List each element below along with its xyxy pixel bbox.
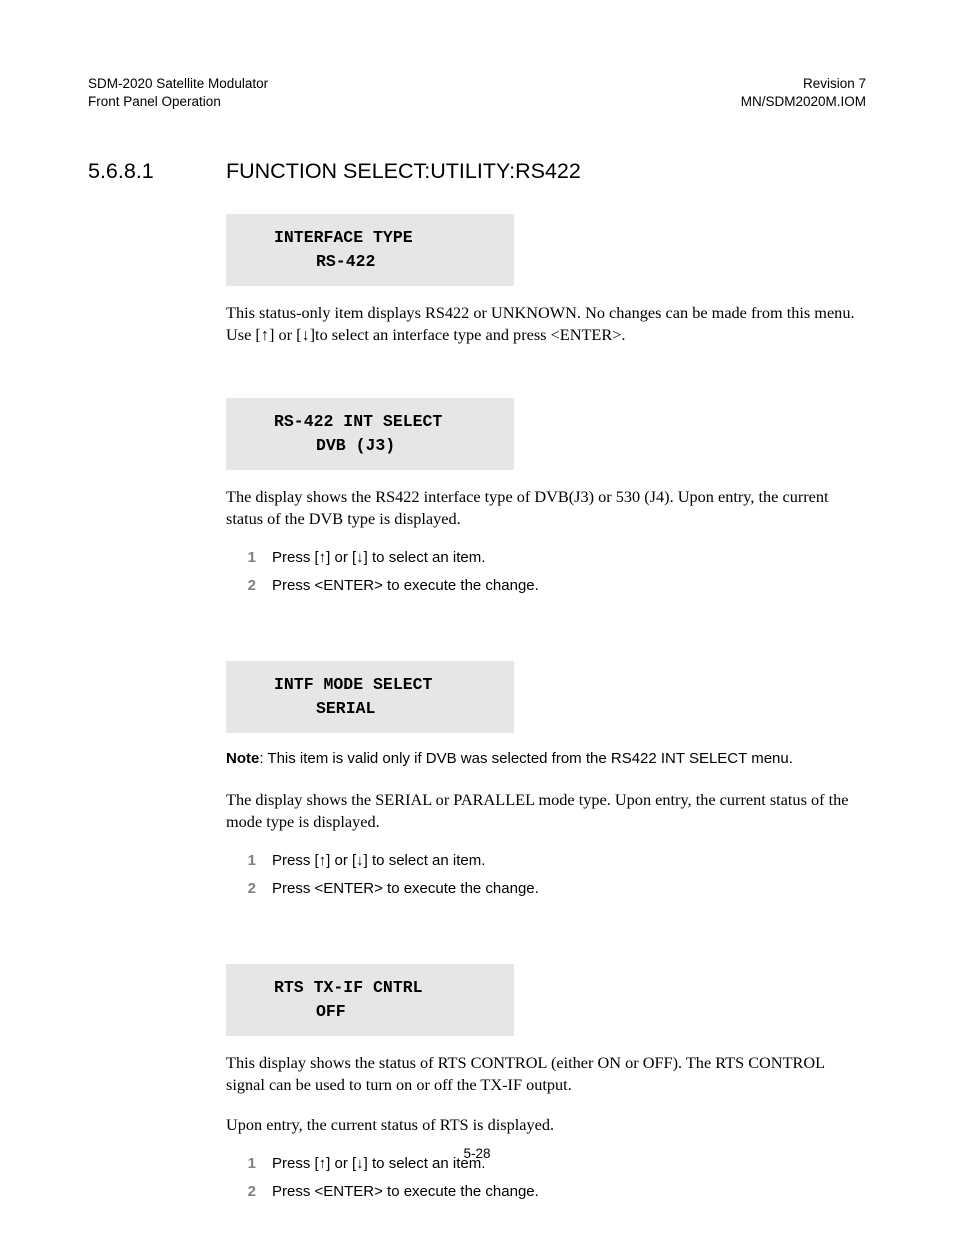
step-item: 1 Press [↑] or [↓] to select an item. (240, 851, 866, 871)
step-item: 1 Press [↑] or [↓] to select an item. (240, 548, 866, 568)
note-paragraph: Note: This item is valid only if DVB was… (226, 749, 866, 769)
paragraph: The display shows the RS422 interface ty… (226, 486, 866, 530)
step-text: Press [↑] or [↓] to select an item. (272, 851, 485, 871)
paragraph: Upon entry, the current status of RTS is… (226, 1114, 866, 1136)
step-list: 1 Press [↑] or [↓] to select an item. 2 … (240, 851, 866, 898)
display-line: OFF (274, 1000, 494, 1024)
display-line: RS-422 INT SELECT (274, 410, 494, 434)
step-number: 1 (240, 548, 272, 568)
section-title: FUNCTION SELECT:UTILITY:RS422 (226, 159, 581, 184)
paragraph: The display shows the SERIAL or PARALLEL… (226, 789, 866, 833)
header-doc-id: MN/SDM2020M.IOM (741, 93, 866, 111)
note-label: Note (226, 750, 259, 767)
header-subtitle: Front Panel Operation (88, 93, 268, 111)
step-text: Press [↑] or [↓] to select an item. (272, 548, 485, 568)
section-number: 5.6.8.1 (88, 159, 226, 184)
display-box-int-select: RS-422 INT SELECT DVB (J3) (226, 398, 514, 470)
step-number: 2 (240, 1182, 272, 1202)
header-product: SDM-2020 Satellite Modulator (88, 75, 268, 93)
display-line: RS-422 (274, 250, 494, 274)
paragraph: This status-only item displays RS422 or … (226, 302, 866, 346)
paragraph: This display shows the status of RTS CON… (226, 1052, 866, 1096)
display-line: INTF MODE SELECT (274, 673, 494, 697)
page-header: SDM-2020 Satellite Modulator Front Panel… (88, 75, 866, 111)
display-line: SERIAL (274, 697, 494, 721)
display-box-rts-txif: RTS TX-IF CNTRL OFF (226, 964, 514, 1036)
step-text: Press <ENTER> to execute the change. (272, 576, 539, 596)
step-number: 2 (240, 879, 272, 899)
display-line: DVB (J3) (274, 434, 494, 458)
display-box-interface-type: INTERFACE TYPE RS-422 (226, 214, 514, 286)
step-item: 2 Press <ENTER> to execute the change. (240, 879, 866, 899)
display-line: INTERFACE TYPE (274, 226, 494, 250)
step-list: 1 Press [↑] or [↓] to select an item. 2 … (240, 1154, 866, 1201)
page-number: 5-28 (0, 1146, 954, 1161)
content-area: INTERFACE TYPE RS-422 This status-only i… (226, 214, 866, 1201)
step-text: Press <ENTER> to execute the change. (272, 879, 539, 899)
section-heading: 5.6.8.1 FUNCTION SELECT:UTILITY:RS422 (88, 159, 866, 184)
display-box-intf-mode: INTF MODE SELECT SERIAL (226, 661, 514, 733)
note-text: : This item is valid only if DVB was sel… (259, 750, 793, 767)
display-line: RTS TX-IF CNTRL (274, 976, 494, 1000)
step-item: 2 Press <ENTER> to execute the change. (240, 1182, 866, 1202)
step-text: Press <ENTER> to execute the change. (272, 1182, 539, 1202)
step-number: 1 (240, 851, 272, 871)
step-list: 1 Press [↑] or [↓] to select an item. 2 … (240, 548, 866, 595)
header-left: SDM-2020 Satellite Modulator Front Panel… (88, 75, 268, 111)
header-revision: Revision 7 (741, 75, 866, 93)
step-number: 2 (240, 576, 272, 596)
step-item: 2 Press <ENTER> to execute the change. (240, 576, 866, 596)
header-right: Revision 7 MN/SDM2020M.IOM (741, 75, 866, 111)
